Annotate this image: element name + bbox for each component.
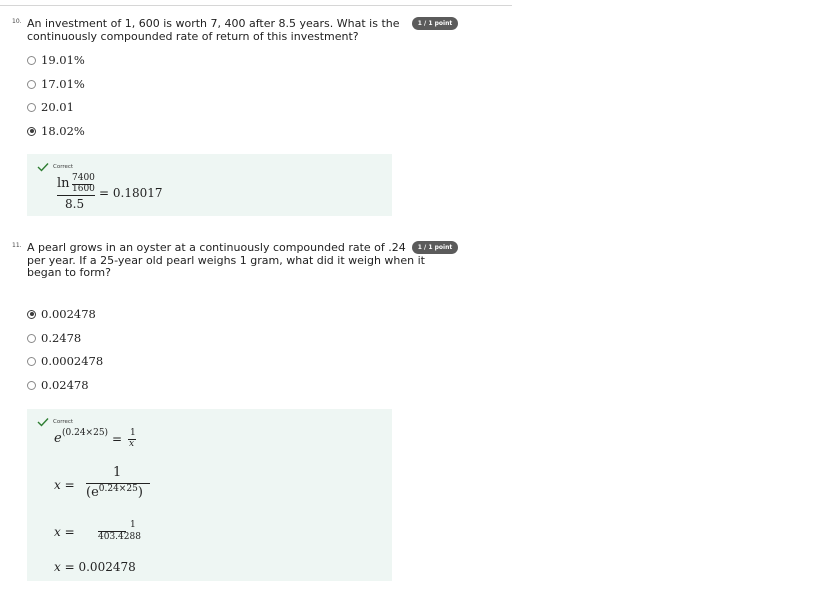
check-icon <box>37 418 49 427</box>
option-label: 18.02% <box>41 124 85 138</box>
math-num-bottom: 1600 <box>72 184 95 194</box>
radio-button[interactable] <box>27 55 36 65</box>
math-denominator: 8.5 <box>65 197 85 211</box>
math-eq2-lhs: x = <box>54 478 75 492</box>
math-eq2-den: (e0.24×25) <box>86 484 143 500</box>
radio-button[interactable] <box>27 380 36 390</box>
question-number: 11. <box>12 242 22 249</box>
question-text-line: continuously compounded rate of return o… <box>27 29 359 43</box>
math-result: = 0.18017 <box>99 186 163 200</box>
math-eq1-base: e <box>54 431 62 446</box>
option-20-01[interactable]: 20.01 <box>27 100 74 114</box>
math-ln: ln <box>57 176 70 191</box>
radio-button[interactable] <box>27 356 36 366</box>
math-eq3-lhs: x = <box>54 525 75 539</box>
option-label: 0.002478 <box>41 307 96 321</box>
question-text-line: An investment of 1, 600 is worth 7, 400 … <box>27 17 400 30</box>
question-text: A pearl grows in an oyster at a continuo… <box>27 241 425 280</box>
math-eq4: x = 0.002478 <box>54 560 136 574</box>
radio-button[interactable] <box>27 79 36 89</box>
question-text: An investment of 1, 600 is worth 7, 400 … <box>27 17 400 43</box>
fraction-bar <box>57 195 95 196</box>
points-badge: 1 / 1 point <box>412 17 458 30</box>
question-text-line: A pearl grows in an oyster at a continuo… <box>27 241 406 254</box>
question-number: 10. <box>12 18 22 25</box>
option-label: 0.2478 <box>41 331 82 345</box>
math-eq3-den: 403.4288 <box>98 532 141 542</box>
check-icon <box>37 163 49 172</box>
option-label: 20.01 <box>41 100 74 114</box>
points-badge: 1 / 1 point <box>412 241 458 254</box>
option-0-02478[interactable]: 0.02478 <box>27 378 89 392</box>
math-eq3-num: 1 <box>130 520 136 530</box>
option-17-01[interactable]: 17.01% <box>27 77 85 91</box>
option-label: 19.01% <box>41 53 85 67</box>
radio-button-selected[interactable] <box>27 126 36 136</box>
math-eq1-den: x <box>129 439 135 449</box>
option-label: 0.0002478 <box>41 354 104 368</box>
question-text-line: began to form? <box>27 266 111 279</box>
feedback-panel: Correct e (0.24×25) = 1 x x = 1 (e0.24×2… <box>27 409 392 581</box>
option-label: 0.02478 <box>41 378 89 392</box>
math-eq2-num: 1 <box>113 465 122 480</box>
top-divider <box>0 5 512 6</box>
option-0-2478[interactable]: 0.2478 <box>27 331 81 345</box>
option-18-02[interactable]: 18.02% <box>27 124 85 138</box>
option-19-01[interactable]: 19.01% <box>27 53 85 67</box>
option-0-0002478[interactable]: 0.0002478 <box>27 354 103 368</box>
option-0-002478[interactable]: 0.002478 <box>27 307 96 321</box>
correct-label: Correct <box>53 419 74 425</box>
math-eq1-exponent: (0.24×25) <box>62 428 109 438</box>
radio-button[interactable] <box>27 333 36 343</box>
radio-button[interactable] <box>27 102 36 112</box>
option-label: 17.01% <box>41 77 85 91</box>
math-num-top: 7400 <box>72 173 95 183</box>
math-eq1-num: 1 <box>130 428 136 438</box>
feedback-panel: Correct ln 7400 1600 8.5 = 0.18017 <box>27 154 392 216</box>
correct-label: Correct <box>53 164 74 170</box>
math-eq1-equals: = <box>112 432 123 446</box>
radio-button-selected[interactable] <box>27 309 36 319</box>
